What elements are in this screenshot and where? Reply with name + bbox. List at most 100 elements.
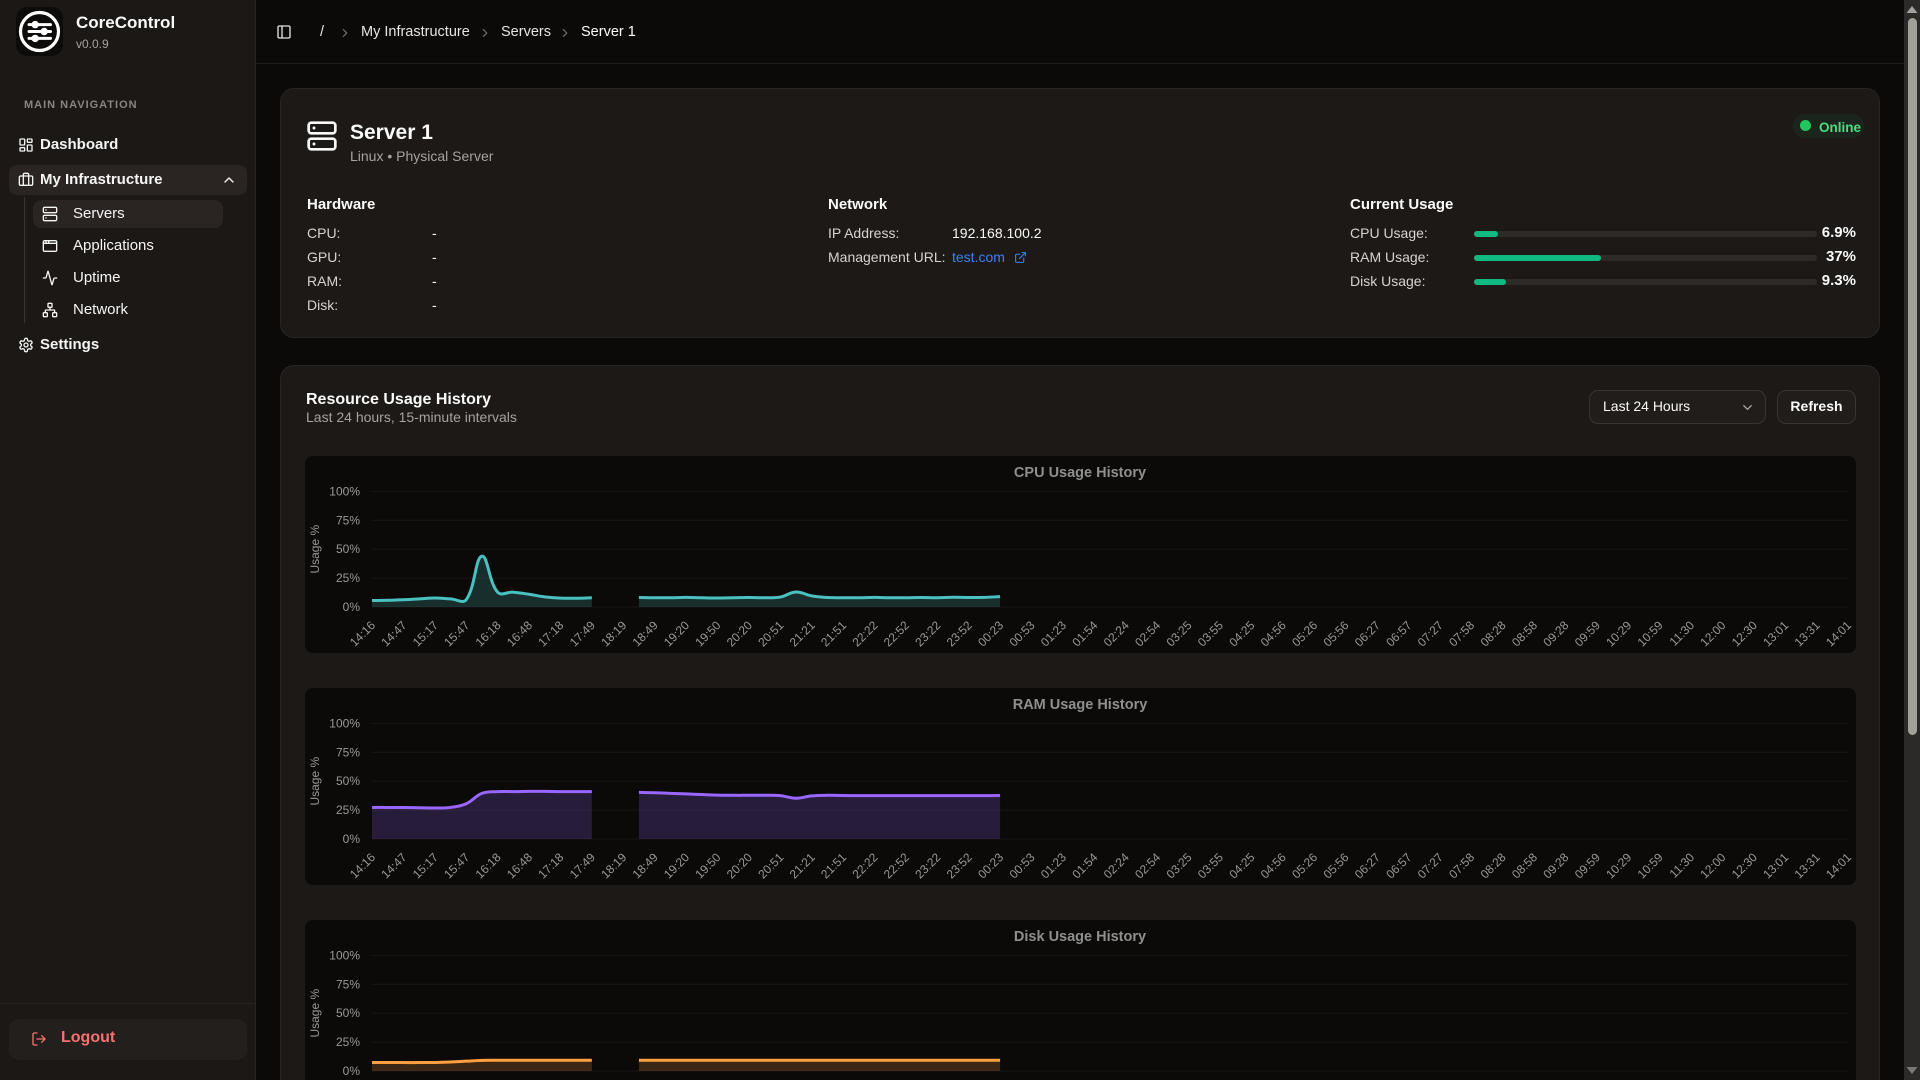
svg-text:0%: 0% xyxy=(343,1064,361,1078)
svg-text:22:52: 22:52 xyxy=(881,850,912,881)
svg-text:13:31: 13:31 xyxy=(1792,850,1823,881)
svg-text:22:22: 22:22 xyxy=(849,850,880,881)
svg-text:17:49: 17:49 xyxy=(567,618,598,649)
svg-text:01:54: 01:54 xyxy=(1069,618,1100,649)
svg-text:00:53: 00:53 xyxy=(1006,850,1037,881)
svg-text:12:00: 12:00 xyxy=(1697,618,1728,649)
svg-text:100%: 100% xyxy=(329,716,360,730)
svg-text:16:18: 16:18 xyxy=(473,618,504,649)
svg-text:16:48: 16:48 xyxy=(504,850,535,881)
svg-text:Usage %: Usage % xyxy=(308,757,322,806)
svg-text:20:20: 20:20 xyxy=(724,850,755,881)
svg-text:15:47: 15:47 xyxy=(441,618,472,649)
svg-text:11:30: 11:30 xyxy=(1667,850,1698,881)
svg-text:18:49: 18:49 xyxy=(630,618,661,649)
svg-text:25%: 25% xyxy=(336,803,360,817)
svg-text:23:22: 23:22 xyxy=(912,618,943,649)
svg-text:20:20: 20:20 xyxy=(724,618,755,649)
svg-text:19:50: 19:50 xyxy=(692,850,723,881)
svg-text:17:49: 17:49 xyxy=(567,850,598,881)
svg-text:21:51: 21:51 xyxy=(818,850,849,881)
svg-text:25%: 25% xyxy=(336,571,360,585)
svg-text:23:52: 23:52 xyxy=(944,850,975,881)
svg-text:08:28: 08:28 xyxy=(1478,850,1509,881)
svg-text:01:23: 01:23 xyxy=(1038,618,1069,649)
svg-text:03:25: 03:25 xyxy=(1163,850,1194,881)
svg-text:09:59: 09:59 xyxy=(1572,618,1603,649)
svg-text:100%: 100% xyxy=(329,484,360,498)
svg-text:18:19: 18:19 xyxy=(598,850,629,881)
svg-text:50%: 50% xyxy=(336,542,360,556)
svg-text:00:23: 00:23 xyxy=(975,850,1006,881)
svg-text:16:18: 16:18 xyxy=(473,850,504,881)
svg-text:00:53: 00:53 xyxy=(1006,618,1037,649)
svg-text:03:55: 03:55 xyxy=(1195,850,1226,881)
svg-text:10:29: 10:29 xyxy=(1603,850,1634,881)
svg-text:01:54: 01:54 xyxy=(1069,850,1100,881)
svg-text:18:19: 18:19 xyxy=(598,618,629,649)
svg-text:05:56: 05:56 xyxy=(1320,618,1351,649)
svg-text:09:28: 09:28 xyxy=(1540,618,1571,649)
svg-text:20:51: 20:51 xyxy=(755,618,786,649)
svg-text:0%: 0% xyxy=(343,832,361,846)
svg-text:07:27: 07:27 xyxy=(1415,850,1446,881)
svg-text:12:00: 12:00 xyxy=(1697,850,1728,881)
svg-text:06:57: 06:57 xyxy=(1383,618,1414,649)
svg-text:100%: 100% xyxy=(329,948,360,962)
svg-text:25%: 25% xyxy=(336,1035,360,1049)
svg-text:15:17: 15:17 xyxy=(410,618,441,649)
svg-text:21:21: 21:21 xyxy=(787,618,818,649)
svg-text:Disk Usage History: Disk Usage History xyxy=(1014,929,1146,945)
svg-text:14:47: 14:47 xyxy=(378,618,409,649)
svg-text:21:21: 21:21 xyxy=(787,850,818,881)
svg-text:10:29: 10:29 xyxy=(1603,618,1634,649)
svg-text:15:17: 15:17 xyxy=(410,850,441,881)
svg-text:75%: 75% xyxy=(336,513,360,527)
svg-text:02:24: 02:24 xyxy=(1101,618,1132,649)
svg-text:09:28: 09:28 xyxy=(1540,850,1571,881)
svg-text:18:49: 18:49 xyxy=(630,850,661,881)
svg-text:03:55: 03:55 xyxy=(1195,618,1226,649)
svg-text:0%: 0% xyxy=(343,600,361,614)
svg-text:17:18: 17:18 xyxy=(535,618,566,649)
svg-text:14:16: 14:16 xyxy=(347,618,378,649)
svg-text:03:25: 03:25 xyxy=(1163,618,1194,649)
svg-text:09:59: 09:59 xyxy=(1572,850,1603,881)
svg-text:75%: 75% xyxy=(336,977,360,991)
svg-text:RAM Usage History: RAM Usage History xyxy=(1013,697,1148,713)
svg-text:CPU Usage History: CPU Usage History xyxy=(1014,465,1146,481)
svg-text:01:23: 01:23 xyxy=(1038,850,1069,881)
svg-text:04:25: 04:25 xyxy=(1226,850,1257,881)
svg-text:07:58: 07:58 xyxy=(1446,618,1477,649)
svg-text:20:51: 20:51 xyxy=(755,850,786,881)
svg-text:02:24: 02:24 xyxy=(1101,850,1132,881)
svg-text:06:27: 06:27 xyxy=(1352,850,1383,881)
svg-text:12:30: 12:30 xyxy=(1729,618,1760,649)
svg-text:23:52: 23:52 xyxy=(944,618,975,649)
svg-text:05:26: 05:26 xyxy=(1289,618,1320,649)
svg-text:08:58: 08:58 xyxy=(1509,618,1540,649)
svg-text:19:20: 19:20 xyxy=(661,850,692,881)
svg-text:11:30: 11:30 xyxy=(1667,618,1698,649)
svg-text:Usage %: Usage % xyxy=(308,525,322,574)
svg-text:12:30: 12:30 xyxy=(1729,850,1760,881)
svg-text:75%: 75% xyxy=(336,745,360,759)
svg-text:16:48: 16:48 xyxy=(504,618,535,649)
svg-text:10:59: 10:59 xyxy=(1635,850,1666,881)
svg-text:04:25: 04:25 xyxy=(1226,618,1257,649)
svg-text:05:56: 05:56 xyxy=(1320,850,1351,881)
svg-text:14:47: 14:47 xyxy=(378,850,409,881)
svg-text:14:01: 14:01 xyxy=(1823,618,1854,649)
svg-text:05:26: 05:26 xyxy=(1289,850,1320,881)
svg-text:02:54: 02:54 xyxy=(1132,850,1163,881)
svg-text:14:01: 14:01 xyxy=(1823,850,1854,881)
svg-text:07:27: 07:27 xyxy=(1415,618,1446,649)
svg-text:08:28: 08:28 xyxy=(1478,618,1509,649)
svg-text:06:27: 06:27 xyxy=(1352,618,1383,649)
svg-text:13:01: 13:01 xyxy=(1760,618,1791,649)
svg-text:00:23: 00:23 xyxy=(975,618,1006,649)
svg-text:22:52: 22:52 xyxy=(881,618,912,649)
svg-text:Usage %: Usage % xyxy=(308,989,322,1038)
svg-text:15:47: 15:47 xyxy=(441,850,472,881)
svg-text:06:57: 06:57 xyxy=(1383,850,1414,881)
